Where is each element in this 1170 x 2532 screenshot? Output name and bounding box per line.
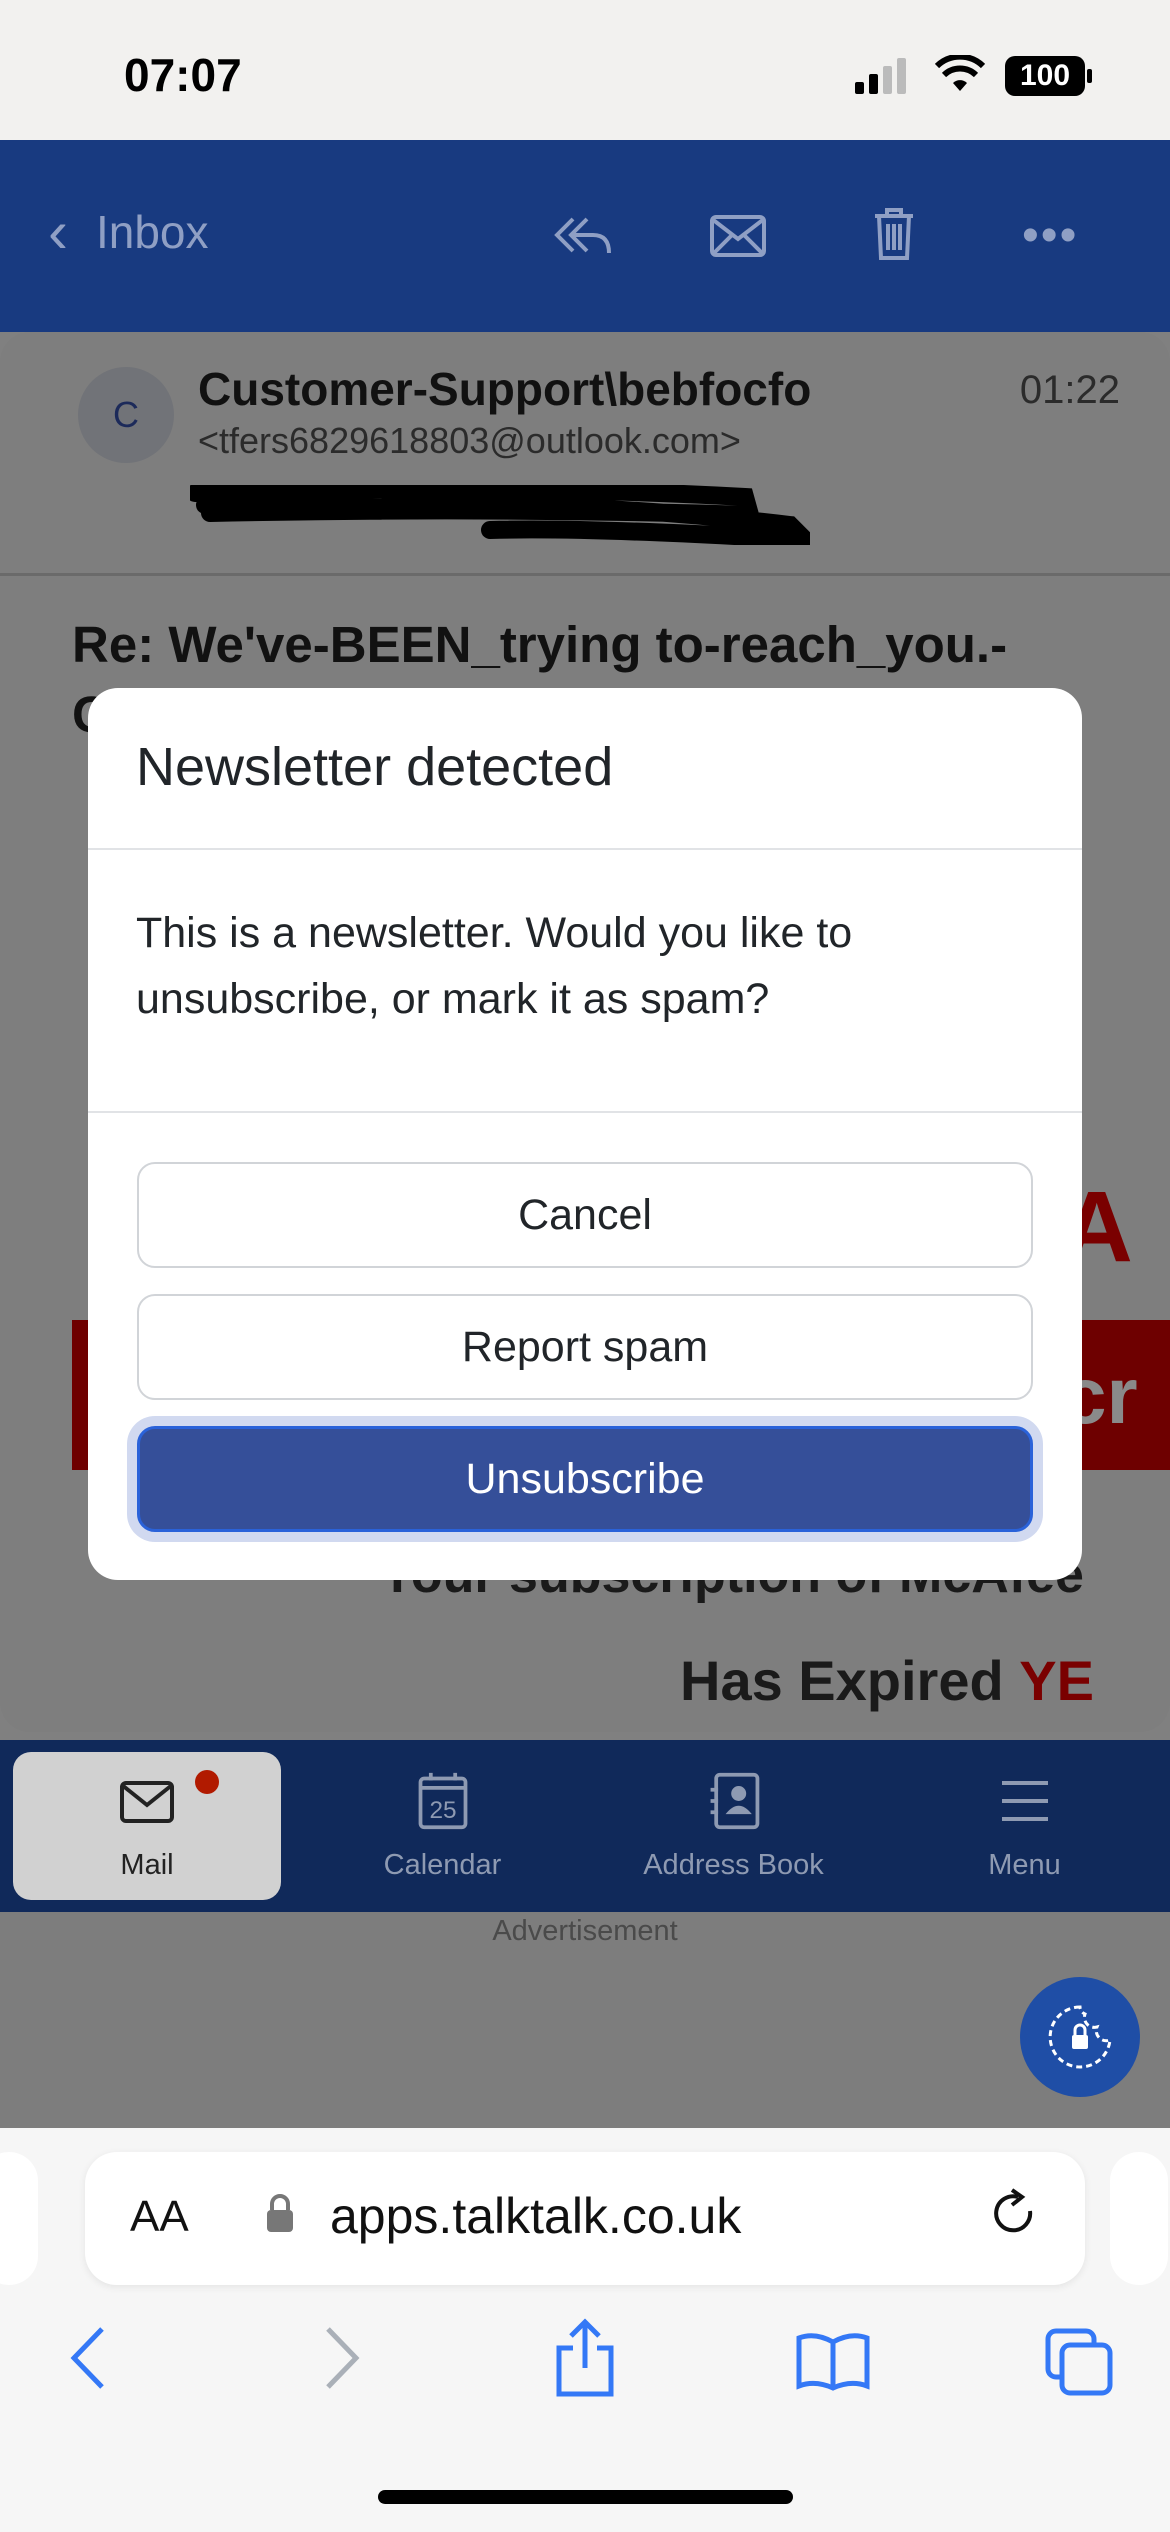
body-line-2: Has Expired YE [680,1648,1094,1713]
address-book-icon [710,1772,759,1829]
reply-all-icon[interactable] [553,215,613,257]
calendar-icon: 25 [418,1772,467,1829]
email-subject: Re: We've-BEEN_trying to-reach_you.- [72,616,1008,673]
nav-calendar[interactable]: 25 Calendar [297,1740,588,1912]
back-icon[interactable] [68,2325,108,2391]
bookmarks-icon[interactable] [795,2332,871,2392]
nav-label: Calendar [383,1848,502,1881]
forward-icon[interactable] [322,2325,362,2391]
dialog-message: This is a newsletter. Would you like to … [136,909,853,1023]
expired-text: Has Expired [680,1649,1020,1712]
nav-label: Address Book [643,1848,824,1881]
mail-header: ‹ Inbox ••• [0,140,1170,332]
address-bar[interactable]: AA apps.talktalk.co.uk [85,2152,1085,2285]
newsletter-dialog: Newsletter detected This is a newsletter… [88,688,1082,1580]
redaction-scribble [190,485,810,545]
status-bar: 07:07 100 [0,0,1170,140]
battery-indicator: 100 [1005,56,1085,96]
sender-name: Customer-Support\bebfocfo [198,363,812,415]
tabs-icon[interactable] [1045,2328,1113,2396]
cookie-lock-icon [1048,2005,1112,2069]
url-text: apps.talktalk.co.uk [330,2188,742,2244]
home-indicator [378,2490,793,2504]
advertisement-label: Advertisement [492,1915,678,1947]
sender-address: <tfers6829618803@outlook.com> [198,420,741,461]
next-tab-preview[interactable] [1110,2152,1168,2285]
expired-highlight: YE [1019,1649,1094,1712]
envelope-icon[interactable] [710,215,766,257]
email-time: 01:22 [1019,368,1120,412]
lock-icon [267,2194,293,2232]
nav-label: Menu [988,1848,1061,1881]
signal-icon [855,58,906,94]
cancel-button[interactable]: Cancel [137,1162,1033,1268]
nav-label: Mail [120,1848,174,1881]
wifi-icon [935,55,985,91]
inbox-label: Inbox [95,206,209,258]
more-icon[interactable]: ••• [1022,208,1078,263]
back-to-inbox-button[interactable]: ‹ Inbox [48,202,209,262]
status-time: 07:07 [124,49,242,101]
nav-address-book[interactable]: Address Book [588,1740,879,1912]
unread-badge [195,1770,219,1794]
unsubscribe-button[interactable]: Unsubscribe [137,1426,1033,1532]
sender-avatar: C [78,367,174,463]
battery-tip [1087,69,1092,83]
dialog-title: Newsletter detected [136,737,614,797]
reader-settings-button[interactable]: AA [130,2192,189,2242]
menu-icon [1001,1780,1048,1821]
previous-tab-preview[interactable] [0,2152,38,2285]
calendar-day: 25 [429,1796,456,1823]
chevron-left-icon: ‹ [48,198,68,265]
nav-mail[interactable]: Mail [13,1752,281,1900]
nav-menu[interactable]: Menu [879,1740,1170,1912]
bottom-nav: Mail 25 Calendar Address Book Menu [0,1740,1170,1912]
trash-icon[interactable] [873,208,915,260]
dialog-divider [88,848,1082,850]
report-spam-button[interactable]: Report spam [137,1294,1033,1400]
header-divider [0,573,1170,576]
cookie-settings-button[interactable] [1020,1977,1140,2097]
reload-icon[interactable] [990,2187,1040,2243]
share-icon[interactable] [553,2318,617,2398]
mail-icon [120,1780,174,1823]
dialog-divider [88,1111,1082,1113]
